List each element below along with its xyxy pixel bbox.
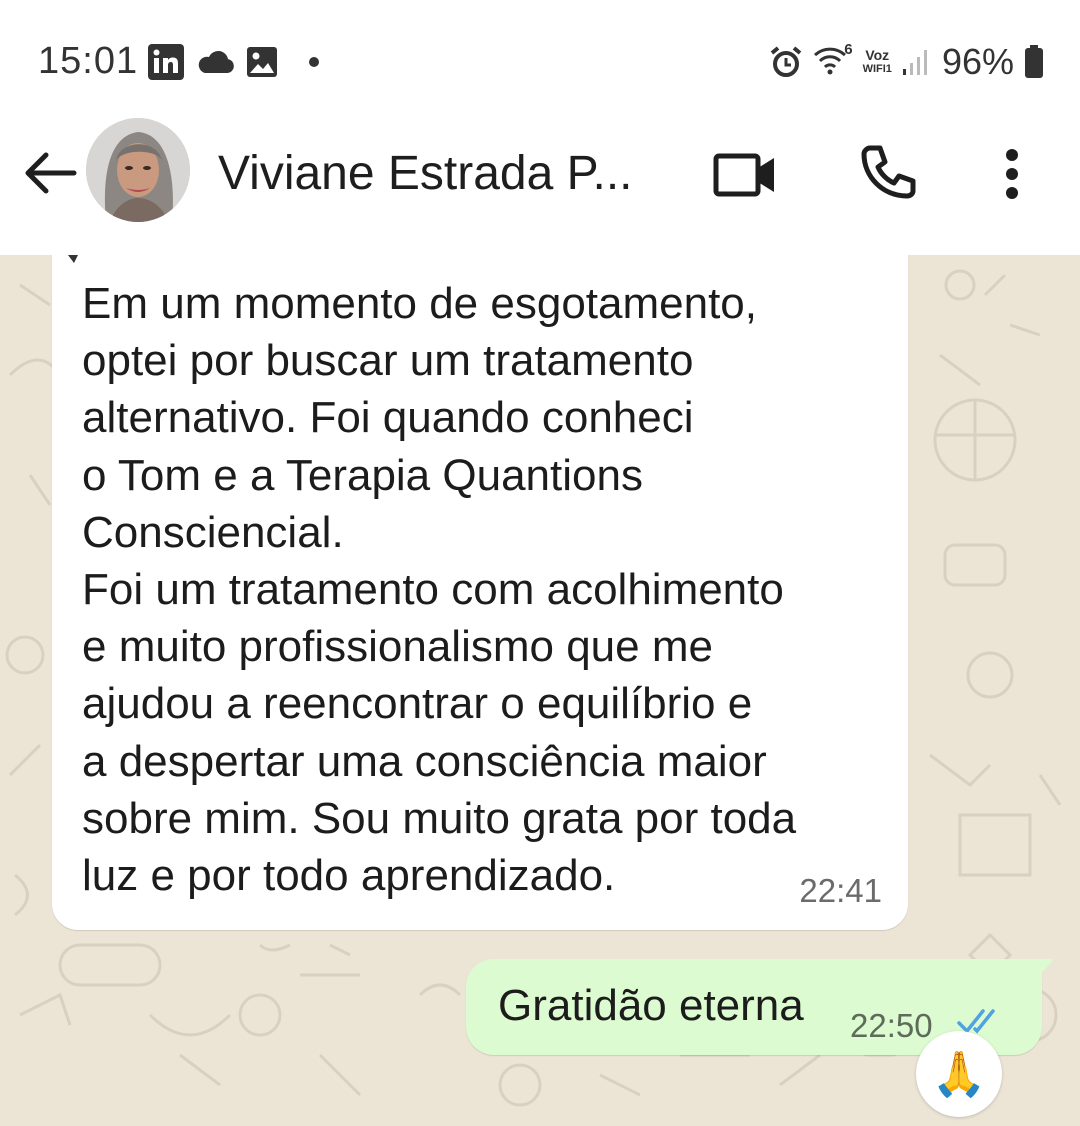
video-call-icon[interactable] — [710, 140, 780, 210]
system-icons: 6 Voz WIFI1 96% — [769, 40, 1044, 84]
incoming-tail-icon — [68, 255, 78, 263]
status-bar: 15:01 6 Voz WIFI1 96% — [0, 0, 1080, 120]
outgoing-tail-icon — [1040, 959, 1054, 975]
wifi-label: WIFI1 — [862, 63, 892, 75]
avatar-photo-icon — [86, 118, 190, 222]
notification-icons — [148, 42, 324, 82]
chat-header: Viviane Estrada P... — [0, 118, 1080, 255]
cloud-icon — [198, 50, 234, 73]
contact-name[interactable]: Viviane Estrada P... — [218, 146, 658, 201]
alarm-icon — [770, 46, 801, 77]
incoming-message-text: Em um momento de esgotamento, optei por … — [82, 279, 797, 901]
status-time: 15:01 — [38, 40, 139, 82]
avatar[interactable] — [86, 118, 190, 222]
incoming-message-time: 22:41 — [799, 872, 882, 909]
more-options-icon[interactable] — [982, 140, 1042, 210]
phone-call-icon[interactable] — [852, 140, 922, 210]
dot-icon — [309, 57, 319, 67]
wifi-icon: 6 — [813, 41, 853, 79]
reaction-badge[interactable]: 🙏 — [916, 1031, 1002, 1117]
wifi-level: 6 — [844, 41, 853, 58]
voz-label: Voz — [865, 47, 890, 63]
outgoing-message-time: 22:50 — [850, 1007, 933, 1044]
linkedin-icon — [148, 44, 184, 80]
chat-area[interactable]: Em um momento de esgotamento, optei por … — [0, 255, 1080, 1126]
signal-icon — [902, 50, 927, 75]
outgoing-message-text: Gratidão eterna — [498, 981, 804, 1030]
voz-wifi-indicator: Voz WIFI1 — [863, 48, 892, 76]
incoming-message-bubble[interactable]: Em um momento de esgotamento, optei por … — [52, 255, 908, 930]
battery-percent: 96% — [941, 41, 1014, 82]
image-icon — [247, 47, 277, 77]
back-arrow-icon[interactable] — [20, 148, 80, 198]
battery-icon — [1025, 45, 1043, 78]
